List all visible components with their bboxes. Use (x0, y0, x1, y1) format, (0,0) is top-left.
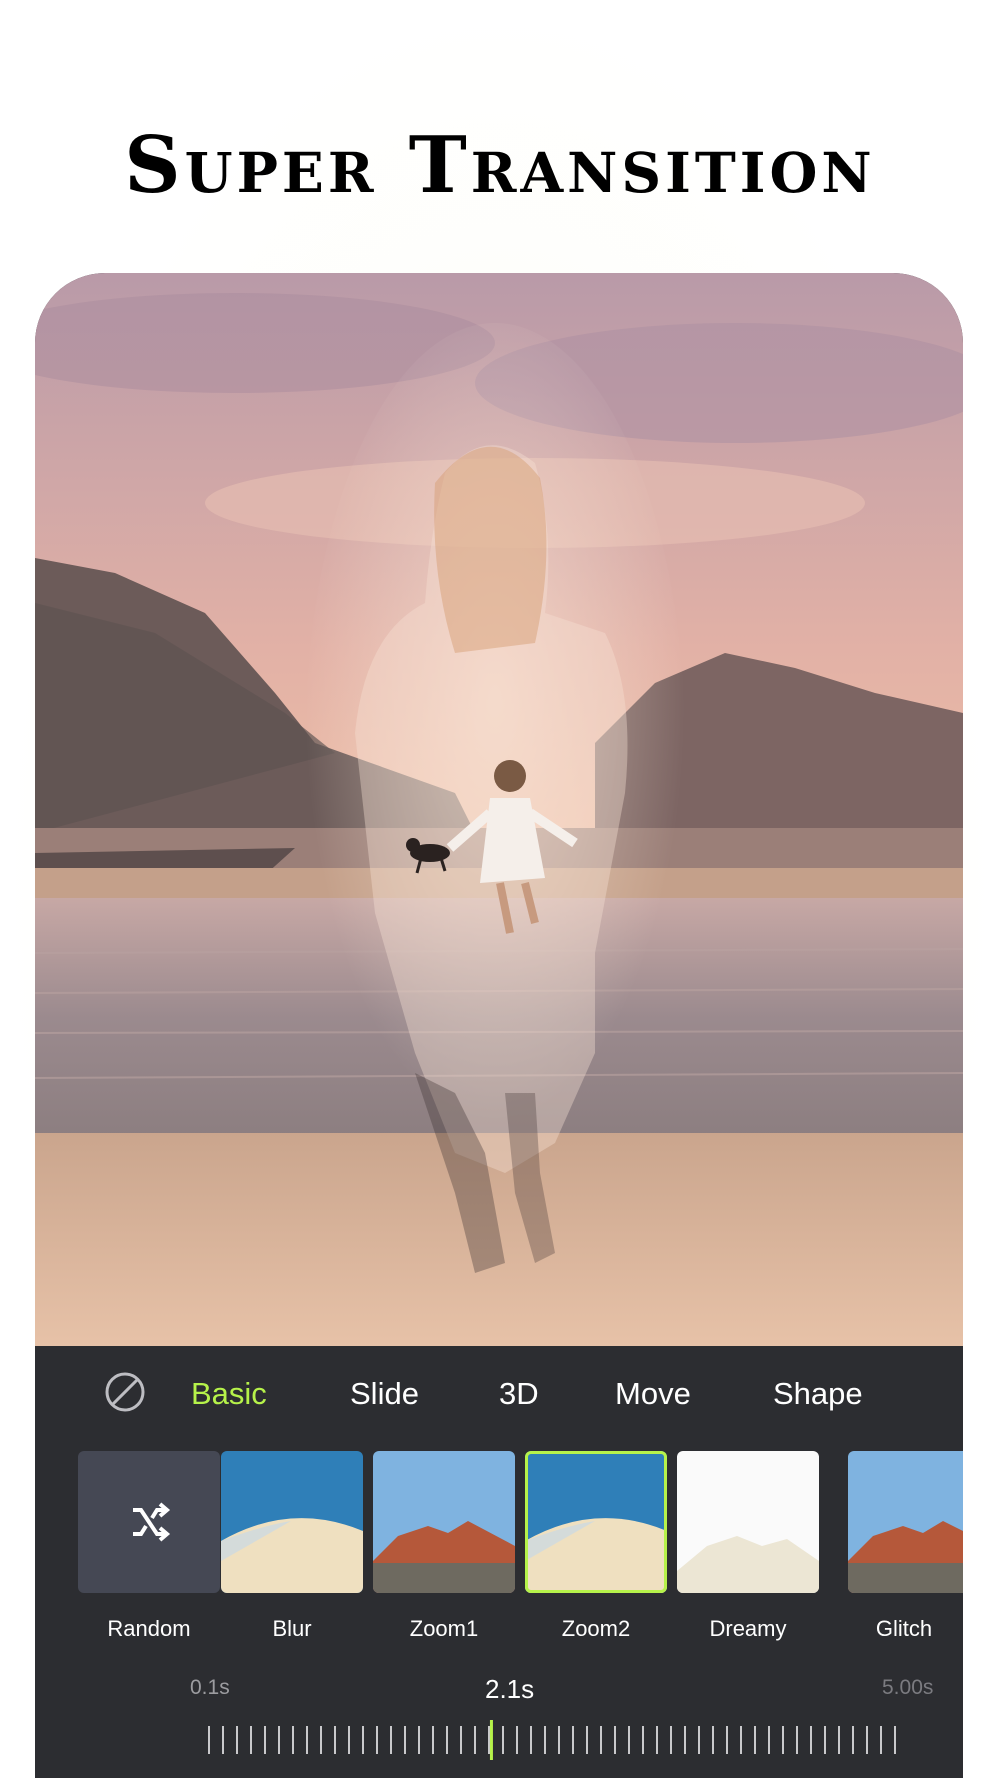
tab-basic[interactable]: Basic (191, 1376, 267, 1412)
duration-ticks[interactable] (205, 1720, 905, 1760)
transition-label-blur: Blur (272, 1616, 312, 1641)
zoom2-thumbnail[interactable] (525, 1451, 667, 1593)
blur-thumbnail[interactable] (221, 1451, 363, 1593)
no-transition-icon[interactable] (103, 1370, 147, 1414)
phone-screen: Basic Slide 3D Move Shape Random Blur Zo… (35, 273, 963, 1778)
headline: Super Transition (124, 120, 876, 211)
duration-current-label: 2.1s (485, 1674, 535, 1704)
transition-label-random: Random (107, 1616, 191, 1641)
transition-panel: Basic Slide 3D Move Shape Random Blur Zo… (35, 1346, 963, 1778)
tab-slide[interactable]: Slide (350, 1376, 419, 1412)
duration-slider[interactable]: 0.1s 2.1s 5.00s (35, 1674, 963, 1778)
transition-label-zoom1: Zoom1 (409, 1616, 479, 1641)
transition-list: Random Blur Zoom1 Zoom2 Dreamy Glitch (35, 1451, 963, 1651)
shuffle-icon (133, 1502, 171, 1542)
duration-min-label: 0.1s (190, 1676, 230, 1699)
transition-tabs: Basic Slide 3D Move Shape (35, 1346, 963, 1436)
zoom1-thumbnail[interactable] (373, 1451, 515, 1593)
transition-label-zoom2: Zoom2 (561, 1616, 631, 1641)
random-thumbnail[interactable] (78, 1451, 220, 1593)
duration-max-label: 5.00s (882, 1676, 934, 1699)
glitch-thumbnail[interactable] (848, 1451, 963, 1593)
transition-label-glitch: Glitch (875, 1616, 933, 1641)
tab-shape[interactable]: Shape (773, 1376, 863, 1412)
tab-3d[interactable]: 3D (499, 1376, 539, 1412)
transition-label-dreamy: Dreamy (709, 1616, 787, 1641)
video-preview[interactable] (35, 273, 963, 1348)
tab-move[interactable]: Move (615, 1376, 691, 1412)
dreamy-thumbnail[interactable] (677, 1451, 819, 1593)
